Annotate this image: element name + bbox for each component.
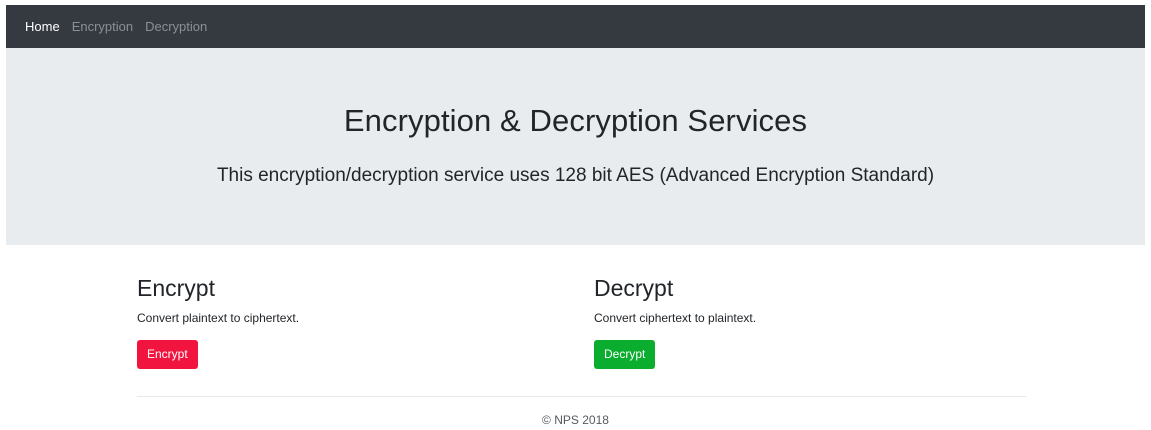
footer-divider [137, 396, 1026, 397]
top-navbar: Home Encryption Decryption [6, 5, 1145, 48]
nav-link-home[interactable]: Home [25, 19, 60, 34]
decrypt-card: Decrypt Convert ciphertext to plaintext.… [594, 274, 994, 369]
encrypt-heading: Encrypt [137, 275, 215, 301]
encrypt-description: Convert plaintext to ciphertext. [137, 311, 300, 325]
decrypt-description: Convert ciphertext to plaintext. [594, 311, 757, 325]
encrypt-card: Encrypt Convert plaintext to ciphertext.… [137, 274, 537, 369]
page-title: Encryption & Decryption Services [343, 103, 808, 138]
nav-link-decryption[interactable]: Decryption [145, 19, 207, 34]
page-subtitle: This encryption/decryption service uses … [216, 165, 935, 186]
encrypt-button[interactable]: Encrypt [137, 340, 198, 369]
decrypt-button[interactable]: Decrypt [594, 340, 656, 369]
decrypt-heading: Decrypt [594, 275, 674, 301]
footer-copyright: © NPS 2018 [542, 413, 609, 427]
nav-link-encryption[interactable]: Encryption [72, 19, 133, 34]
hero-jumbotron: Encryption & Decryption Services This en… [6, 48, 1145, 245]
page: Home Encryption Decryption Encryption & … [0, 0, 1151, 430]
